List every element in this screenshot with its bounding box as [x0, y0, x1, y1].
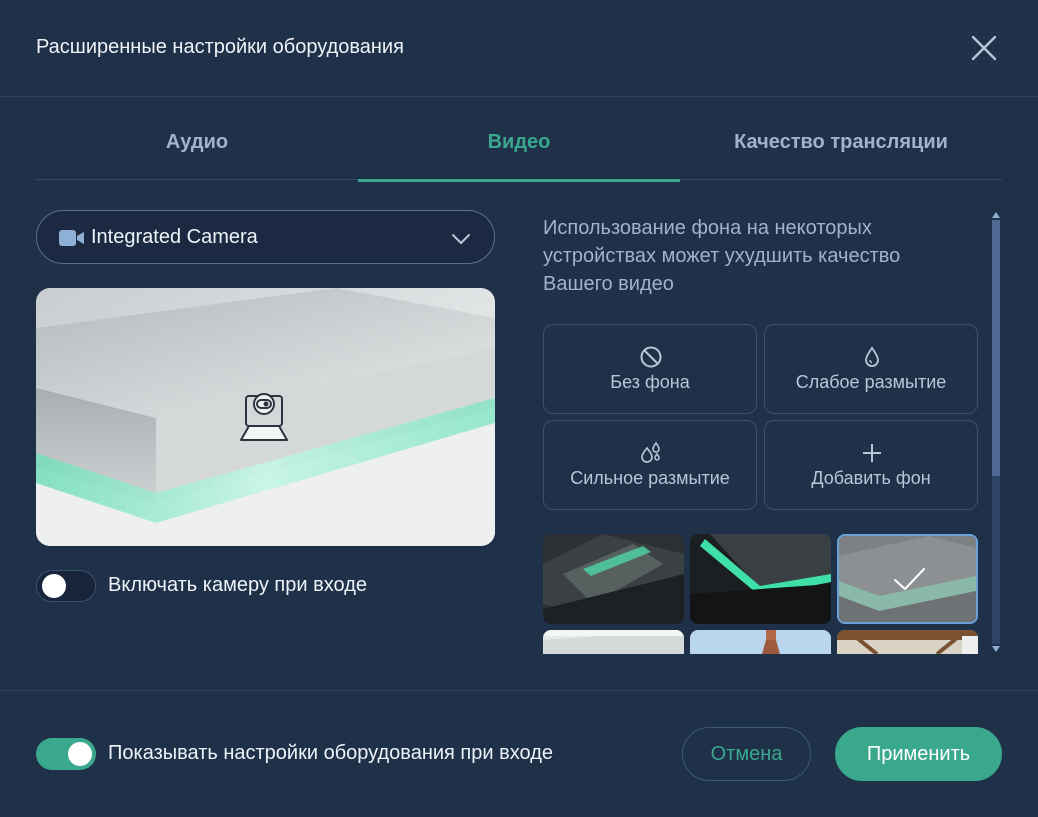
camera-select-value: Integrated Camera [91, 226, 258, 248]
video-camera-icon [59, 230, 84, 246]
cancel-button[interactable]: Отмена [682, 727, 811, 781]
thumbnail-image [839, 536, 976, 622]
bg-option-label: Сильное размытие [570, 468, 730, 488]
thumbnail-image [543, 630, 684, 654]
bg-option-label: Добавить фон [811, 468, 931, 488]
background-info-text: Использование фона на некоторых устройст… [543, 217, 901, 295]
scroll-down-icon [992, 646, 1000, 652]
footer-divider [0, 690, 1038, 691]
scroll-up-icon [992, 212, 1000, 218]
drop-icon [865, 346, 879, 367]
close-button[interactable] [966, 30, 1002, 66]
thumbnail-image [690, 630, 831, 654]
background-thumbnail[interactable] [837, 630, 978, 654]
bg-option-add[interactable]: Добавить фон [764, 420, 978, 510]
preview-background-image [36, 288, 495, 546]
tab-bar: Аудио Видео Качество трансляции [36, 110, 1002, 182]
chevron-down-icon [452, 234, 470, 244]
apply-button[interactable]: Применить [835, 727, 1002, 781]
tab-audio[interactable]: Аудио [36, 110, 358, 180]
thumbnail-image [543, 534, 684, 624]
bg-option-none[interactable]: Без фона [543, 324, 757, 414]
background-thumbnails [543, 532, 979, 654]
bg-option-label: Без фона [610, 372, 690, 392]
hardware-settings-dialog: Расширенные настройки оборудования Аудио… [0, 0, 1038, 817]
show-settings-on-entry-toggle[interactable] [36, 738, 96, 770]
camera-on-entry-label: Включать камеру при входе [108, 574, 367, 596]
camera-select[interactable]: Integrated Camera [36, 210, 495, 264]
tab-stream-quality[interactable]: Качество трансляции [680, 110, 1002, 180]
background-scrollbar[interactable] [990, 210, 1002, 654]
tab-video[interactable]: Видео [358, 110, 680, 182]
camera-preview [36, 288, 495, 546]
bg-option-light-blur[interactable]: Слабое размытие [764, 324, 978, 414]
no-background-icon [640, 346, 662, 368]
thumbnail-image [690, 534, 831, 624]
background-thumbnail-selected[interactable] [837, 534, 978, 624]
close-icon [971, 35, 997, 61]
toggle-knob [42, 574, 66, 598]
bg-option-strong-blur[interactable]: Сильное размытие [543, 420, 757, 510]
dialog-title: Расширенные настройки оборудования [36, 36, 404, 58]
bg-option-label: Слабое размытие [795, 372, 947, 392]
drops-icon [641, 441, 660, 463]
dialog-header: Расширенные настройки оборудования [0, 0, 1038, 97]
thumbnail-image [837, 630, 978, 654]
toggle-knob [68, 742, 92, 766]
scrollbar-thumb[interactable] [992, 220, 1000, 476]
background-thumbnail[interactable] [543, 630, 684, 654]
background-thumbnail[interactable] [690, 630, 831, 654]
camera-on-entry-toggle[interactable] [36, 570, 96, 602]
background-thumbnail[interactable] [690, 534, 831, 624]
plus-icon [863, 444, 881, 462]
background-thumbnail[interactable] [543, 534, 684, 624]
show-settings-on-entry-label: Показывать настройки оборудования при вх… [108, 742, 553, 764]
